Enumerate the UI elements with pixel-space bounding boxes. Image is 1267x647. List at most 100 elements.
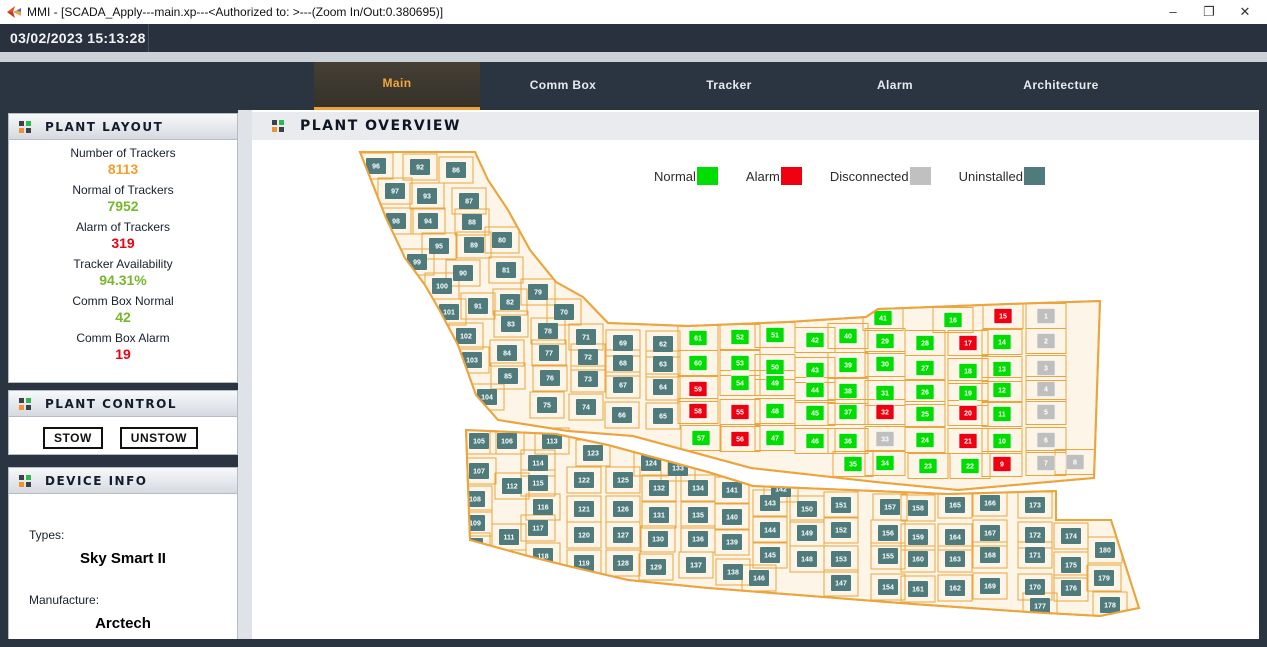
map-tile-73-u[interactable]: 73 <box>578 371 598 387</box>
map-tile-146-u[interactable]: 146 <box>749 570 769 586</box>
map-tile-154-u[interactable]: 154 <box>878 579 898 595</box>
map-tile-168-u[interactable]: 168 <box>980 547 1000 563</box>
map-tile-40-n[interactable]: 40 <box>839 329 857 344</box>
map-tile-48-n[interactable]: 48 <box>766 404 784 419</box>
map-tile-79-u[interactable]: 79 <box>528 284 548 300</box>
map-tile-32-a[interactable]: 32 <box>876 405 894 420</box>
map-tile-149-u[interactable]: 149 <box>797 525 817 541</box>
map-tile-150-u[interactable]: 150 <box>797 501 817 517</box>
map-tile-16-n[interactable]: 16 <box>944 313 962 328</box>
map-tile-129-u[interactable]: 129 <box>646 559 666 575</box>
map-tile-96-u[interactable]: 96 <box>366 158 386 174</box>
map-tile-157-u[interactable]: 157 <box>880 499 900 515</box>
map-tile-161-u[interactable]: 161 <box>908 581 928 597</box>
map-tile-39-n[interactable]: 39 <box>839 358 857 373</box>
map-tile-11-n[interactable]: 11 <box>993 407 1011 422</box>
map-tile-67-u[interactable]: 67 <box>613 377 633 393</box>
map-tile-123-u[interactable]: 123 <box>583 445 603 461</box>
map-tile-166-u[interactable]: 166 <box>980 495 1000 511</box>
map-tile-74-u[interactable]: 74 <box>576 399 596 415</box>
map-tile-155-u[interactable]: 155 <box>878 548 898 564</box>
map-tile-139-u[interactable]: 139 <box>722 534 742 550</box>
map-tile-42-n[interactable]: 42 <box>806 333 824 348</box>
map-tile-91-u[interactable]: 91 <box>468 298 488 314</box>
map-tile-165-u[interactable]: 165 <box>945 497 965 513</box>
map-tile-90-u[interactable]: 90 <box>453 265 473 281</box>
map-tile-97-u[interactable]: 97 <box>385 183 405 199</box>
map-tile-147-u[interactable]: 147 <box>831 575 851 591</box>
minimize-button[interactable]: – <box>1155 1 1191 23</box>
map-tile-66-u[interactable]: 66 <box>612 407 632 423</box>
map-tile-7-d[interactable]: 7 <box>1037 456 1055 471</box>
map-tile-176-u[interactable]: 176 <box>1061 580 1081 596</box>
tab-main[interactable]: Main <box>314 62 480 110</box>
map-tile-137-u[interactable]: 137 <box>686 557 706 573</box>
map-tile-138-u[interactable]: 138 <box>723 564 743 580</box>
map-tile-107-u[interactable]: 107 <box>469 463 489 479</box>
map-tile-19-n[interactable]: 19 <box>959 386 977 401</box>
map-tile-156-u[interactable]: 156 <box>878 525 898 541</box>
map-tile-28-n[interactable]: 28 <box>916 336 934 351</box>
map-tile-54-n[interactable]: 54 <box>731 376 749 391</box>
map-tile-167-u[interactable]: 167 <box>980 525 1000 541</box>
map-tile-141-u[interactable]: 141 <box>722 482 742 498</box>
map-tile-2-d[interactable]: 2 <box>1037 334 1055 349</box>
map-tile-61-n[interactable]: 61 <box>689 331 707 346</box>
map-tile-173-u[interactable]: 173 <box>1025 497 1045 513</box>
map-tile-18-n[interactable]: 18 <box>959 364 977 379</box>
close-button[interactable]: ✕ <box>1227 1 1263 23</box>
map-tile-17-a[interactable]: 17 <box>959 336 977 351</box>
map-tile-64-u[interactable]: 64 <box>653 379 673 395</box>
map-tile-87-u[interactable]: 87 <box>459 193 479 209</box>
map-tile-134-u[interactable]: 134 <box>688 480 708 496</box>
map-tile-117-u[interactable]: 117 <box>528 520 548 536</box>
map-tile-44-n[interactable]: 44 <box>806 383 824 398</box>
map-tile-125-u[interactable]: 125 <box>613 472 633 488</box>
map-tile-70-u[interactable]: 70 <box>554 304 574 320</box>
tab-alarm[interactable]: Alarm <box>812 62 978 110</box>
map-tile-84-u[interactable]: 84 <box>497 345 517 361</box>
map-tile-83-u[interactable]: 83 <box>501 316 521 332</box>
map-tile-122-u[interactable]: 122 <box>574 472 594 488</box>
map-tile-102-u[interactable]: 102 <box>456 328 476 344</box>
map-tile-121-u[interactable]: 121 <box>574 501 594 517</box>
tab-architecture[interactable]: Architecture <box>978 62 1144 110</box>
map-tile-93-u[interactable]: 93 <box>417 188 437 204</box>
map-tile-163-u[interactable]: 163 <box>945 551 965 567</box>
map-tile-89-u[interactable]: 89 <box>464 237 484 253</box>
map-tile-81-u[interactable]: 81 <box>496 262 516 278</box>
map-tile-24-n[interactable]: 24 <box>916 433 934 448</box>
map-tile-56-a[interactable]: 56 <box>731 432 749 447</box>
map-tile-76-u[interactable]: 76 <box>540 370 560 386</box>
map-tile-62-u[interactable]: 62 <box>653 336 673 352</box>
map-tile-143-u[interactable]: 143 <box>760 495 780 511</box>
map-tile-3-d[interactable]: 3 <box>1037 361 1055 376</box>
map-tile-57-n[interactable]: 57 <box>692 431 710 446</box>
map-tile-60-n[interactable]: 60 <box>689 356 707 371</box>
map-tile-160-u[interactable]: 160 <box>908 551 928 567</box>
tab-tracker[interactable]: Tracker <box>646 62 812 110</box>
maximize-button[interactable]: ❐ <box>1191 1 1227 23</box>
map-tile-45-n[interactable]: 45 <box>806 406 824 421</box>
map-tile-21-a[interactable]: 21 <box>959 434 977 449</box>
map-tile-88-u[interactable]: 88 <box>462 214 482 230</box>
map-tile-172-u[interactable]: 172 <box>1025 527 1045 543</box>
map-tile-131-u[interactable]: 131 <box>649 507 669 523</box>
map-tile-169-u[interactable]: 169 <box>980 578 1000 594</box>
map-tile-15-a[interactable]: 15 <box>994 309 1012 324</box>
map-tile-9-a[interactable]: 9 <box>993 457 1011 472</box>
map-tile-53-n[interactable]: 53 <box>731 356 749 371</box>
map-tile-31-n[interactable]: 31 <box>876 386 894 401</box>
map-tile-178-u[interactable]: 178 <box>1100 597 1120 613</box>
map-tile-175-u[interactable]: 175 <box>1061 557 1081 573</box>
map-tile-126-u[interactable]: 126 <box>613 501 633 517</box>
map-tile-86-u[interactable]: 86 <box>446 162 466 178</box>
map-tile-159-u[interactable]: 159 <box>908 529 928 545</box>
map-tile-51-n[interactable]: 51 <box>766 328 784 343</box>
map-tile-114-u[interactable]: 114 <box>528 455 548 471</box>
map-tile-78-u[interactable]: 78 <box>538 323 558 339</box>
map-tile-71-u[interactable]: 71 <box>576 329 596 345</box>
map-tile-77-u[interactable]: 77 <box>539 345 559 361</box>
map-tile-145-u[interactable]: 145 <box>760 547 780 563</box>
map-tile-55-a[interactable]: 55 <box>731 405 749 420</box>
